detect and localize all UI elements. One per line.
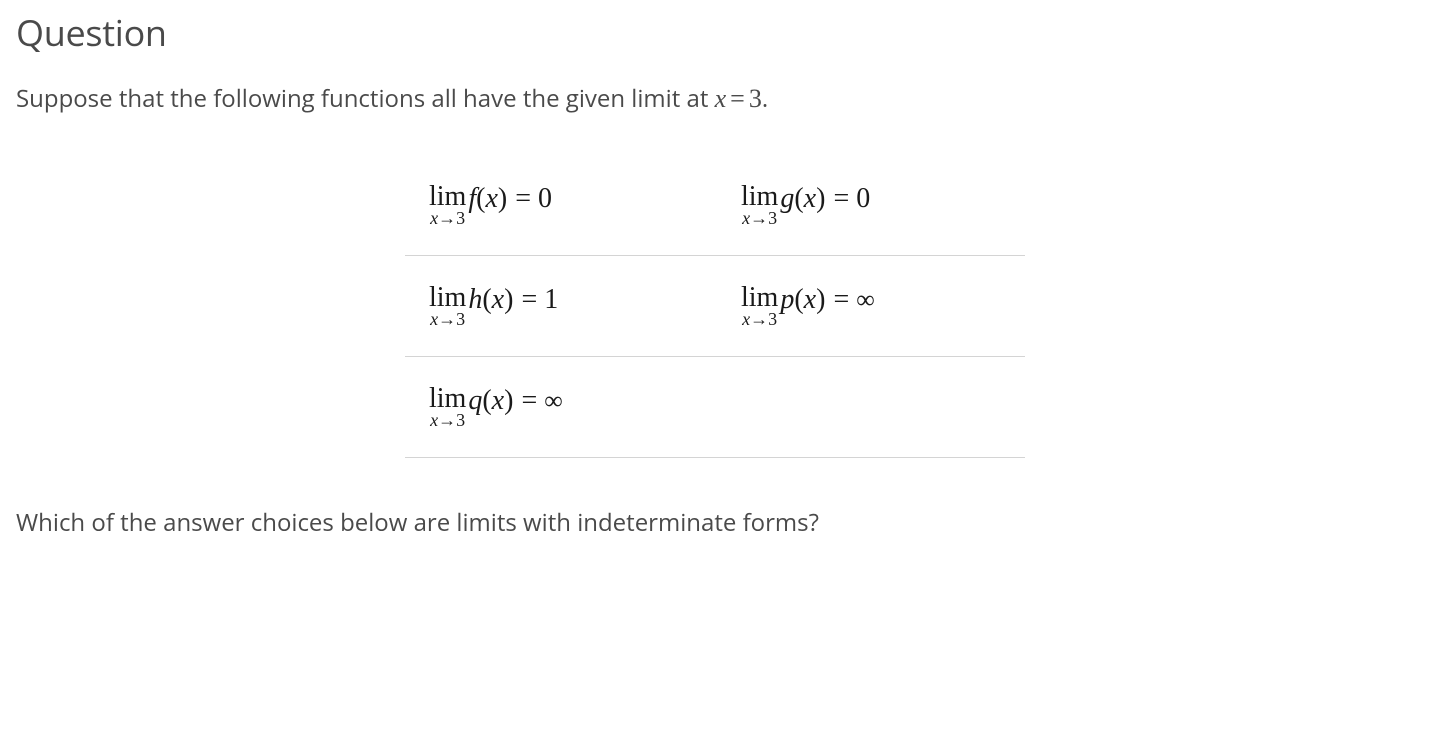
eq-sign: = xyxy=(521,385,537,416)
lim-sub-arrow: → xyxy=(438,309,456,329)
lim-sub-arrow: → xyxy=(750,208,768,228)
eq-sign: = xyxy=(833,183,849,214)
func-name: p xyxy=(780,284,794,315)
lim-text: lim xyxy=(741,284,778,312)
intro-text: Suppose that the following functions all… xyxy=(16,81,1414,117)
paren-close: ) xyxy=(498,183,507,214)
closing-text: Which of the answer choices below are li… xyxy=(16,506,1414,540)
lim-operator: lim x→3 xyxy=(429,183,466,227)
func-name: g xyxy=(780,183,794,214)
lim-func: h(x) xyxy=(468,284,513,316)
intro-suffix: . xyxy=(762,82,768,115)
lim-sub-val: 3 xyxy=(456,309,465,329)
intro-val: 3 xyxy=(749,84,762,113)
paren-close: ) xyxy=(504,284,513,315)
func-name: q xyxy=(468,385,482,416)
limit-cell: lim x→3 p(x) = ∞ xyxy=(713,284,1025,328)
lim-sub-x: x xyxy=(430,410,438,430)
intro-prefix: Suppose that the following functions all… xyxy=(16,82,715,115)
rhs-value: ∞ xyxy=(856,285,875,314)
lim-rhs: = 1 xyxy=(521,284,558,316)
lim-operator: lim x→3 xyxy=(741,284,778,328)
func-arg: x xyxy=(492,385,504,416)
limits-table: lim x→3 f(x) = 0 lim x→3 g(x) = 0 lim x→… xyxy=(405,173,1025,458)
lim-sub-val: 3 xyxy=(456,410,465,430)
lim-operator: lim x→3 xyxy=(429,284,466,328)
func-arg: x xyxy=(804,183,816,214)
lim-sub-val: 3 xyxy=(768,309,777,329)
limit-cell: lim x→3 f(x) = 0 xyxy=(405,183,713,227)
lim-sub-x: x xyxy=(430,208,438,228)
limits-row: lim x→3 f(x) = 0 lim x→3 g(x) = 0 xyxy=(405,173,1025,256)
limit-cell-empty xyxy=(713,385,1025,429)
limit-cell: lim x→3 h(x) = 1 xyxy=(405,284,713,328)
lim-rhs: = ∞ xyxy=(521,385,562,417)
lim-rhs: = ∞ xyxy=(833,284,874,316)
lim-sub-x: x xyxy=(742,208,750,228)
intro-eq: = xyxy=(726,84,749,113)
lim-sub: x→3 xyxy=(742,310,777,328)
func-name: f xyxy=(468,183,476,214)
lim-sub-arrow: → xyxy=(438,410,456,430)
lim-sub: x→3 xyxy=(430,310,465,328)
limits-row: lim x→3 h(x) = 1 lim x→3 p(x) = ∞ xyxy=(405,256,1025,357)
lim-text: lim xyxy=(429,183,466,211)
func-name: h xyxy=(468,284,482,315)
lim-text: lim xyxy=(429,284,466,312)
paren-open: ( xyxy=(794,183,803,214)
lim-func: f(x) xyxy=(468,183,507,215)
limit-cell: lim x→3 q(x) = ∞ xyxy=(405,385,713,429)
question-heading: Question xyxy=(16,8,1414,57)
paren-close: ) xyxy=(816,183,825,214)
rhs-value: 0 xyxy=(856,183,870,214)
lim-sub: x→3 xyxy=(430,411,465,429)
rhs-value: 1 xyxy=(544,284,558,315)
limit-cell: lim x→3 g(x) = 0 xyxy=(713,183,1025,227)
intro-math: x=3 xyxy=(715,84,762,113)
lim-sub-val: 3 xyxy=(456,208,465,228)
rhs-value: 0 xyxy=(538,183,552,214)
func-arg: x xyxy=(492,284,504,315)
paren-close: ) xyxy=(816,284,825,315)
limits-row: lim x→3 q(x) = ∞ xyxy=(405,357,1025,458)
lim-sub-x: x xyxy=(430,309,438,329)
eq-sign: = xyxy=(515,183,531,214)
lim-sub-val: 3 xyxy=(768,208,777,228)
paren-open: ( xyxy=(794,284,803,315)
lim-sub-arrow: → xyxy=(750,309,768,329)
rhs-value: ∞ xyxy=(544,386,563,415)
paren-open: ( xyxy=(482,385,491,416)
lim-text: lim xyxy=(429,385,466,413)
lim-operator: lim x→3 xyxy=(741,183,778,227)
lim-sub: x→3 xyxy=(742,209,777,227)
lim-sub-arrow: → xyxy=(438,208,456,228)
lim-sub-x: x xyxy=(742,309,750,329)
func-arg: x xyxy=(485,183,497,214)
lim-func: p(x) xyxy=(780,284,825,316)
paren-close: ) xyxy=(504,385,513,416)
lim-func: g(x) xyxy=(780,183,825,215)
eq-sign: = xyxy=(521,284,537,315)
paren-open: ( xyxy=(482,284,491,315)
lim-rhs: = 0 xyxy=(515,183,552,215)
eq-sign: = xyxy=(833,284,849,315)
lim-sub: x→3 xyxy=(430,209,465,227)
lim-operator: lim x→3 xyxy=(429,385,466,429)
lim-func: q(x) xyxy=(468,385,513,417)
func-arg: x xyxy=(804,284,816,315)
lim-rhs: = 0 xyxy=(833,183,870,215)
lim-text: lim xyxy=(741,183,778,211)
intro-var: x xyxy=(715,84,727,113)
